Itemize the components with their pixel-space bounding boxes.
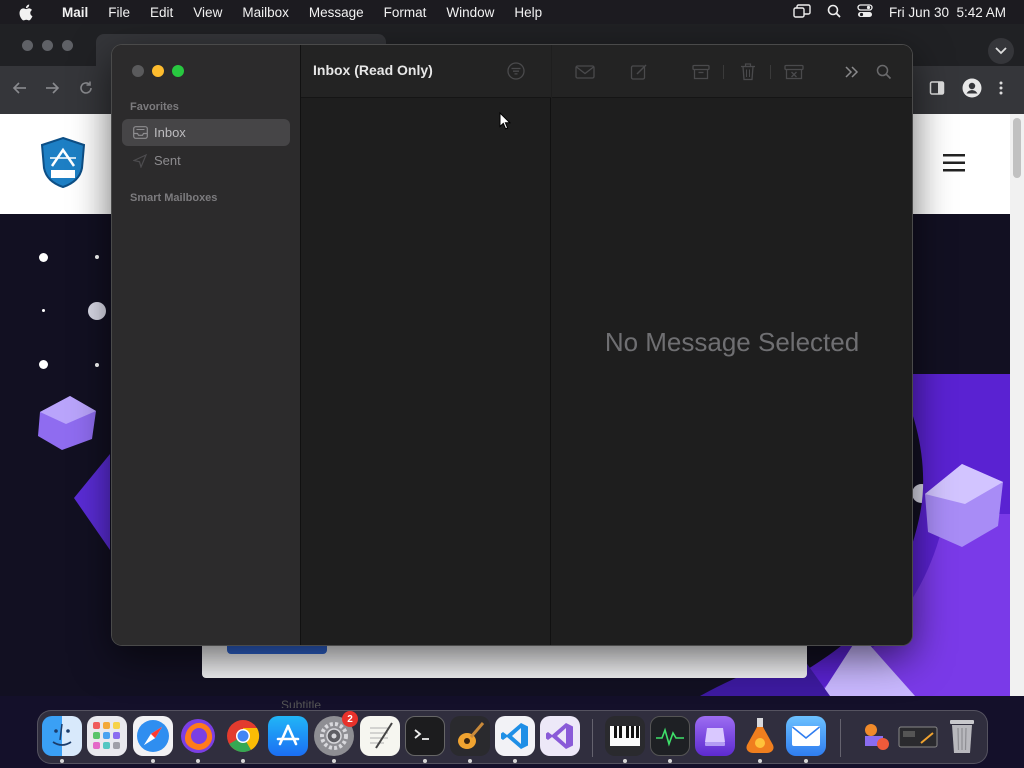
spotlight-search-icon[interactable] [827,4,841,21]
menu-app-mail[interactable]: Mail [52,5,98,20]
site-hamburger-menu-icon[interactable] [943,154,965,177]
message-toolbar [552,45,912,98]
dock-visual-studio-icon[interactable] [540,716,580,756]
browser-menu-icon[interactable] [998,80,1004,101]
sidebar-heading-favorites[interactable]: Favorites [130,101,179,113]
menu-format[interactable]: Format [374,5,437,20]
site-logo-icon[interactable] [38,136,88,193]
page-scrollbar-thumb[interactable] [1013,118,1021,178]
dock-textedit-icon[interactable] [360,716,400,756]
settings-notification-badge: 2 [342,711,358,727]
message-list-header: Inbox (Read Only) [301,45,551,98]
trash-icon[interactable] [738,62,758,82]
back-arrow-icon[interactable] [12,80,28,101]
window-traffic-lights [132,65,184,77]
message-viewer-pane: No Message Selected [552,45,912,645]
page-dialog-button[interactable] [227,646,327,654]
search-icon[interactable] [874,62,894,82]
page-dialog-strip [202,646,807,678]
mail-window: Favorites Inbox Sent Smart Mailboxes Inb… [112,45,912,645]
sidebar-item-label: Sent [154,153,181,168]
compose-icon[interactable] [629,62,649,82]
browser-zoom-light[interactable] [62,40,73,51]
mailbox-title: Inbox (Read Only) [313,62,433,78]
menu-bar-clock[interactable]: Fri Jun 30 5:42 AM [889,5,1006,20]
menu-bar: Mail File Edit View Mailbox Message Form… [0,0,1024,24]
menu-message[interactable]: Message [299,5,374,20]
dock-vscode-icon[interactable] [495,716,535,756]
window-minimize-button[interactable] [152,65,164,77]
tab-search-chevron-icon[interactable] [988,38,1014,64]
dock-mail-icon[interactable] [786,716,826,756]
browser-minimize-light[interactable] [42,40,53,51]
menu-help[interactable]: Help [504,5,552,20]
browser-close-light[interactable] [22,40,33,51]
mouse-pointer-icon [499,111,512,135]
window-close-button[interactable] [132,65,144,77]
menu-file[interactable]: File [98,5,140,20]
filter-icon[interactable] [507,62,525,85]
side-panel-icon[interactable] [929,80,945,101]
mail-sidebar: Favorites Inbox Sent Smart Mailboxes [112,45,301,645]
window-zoom-button[interactable] [172,65,184,77]
inbox-tray-icon [132,125,148,141]
get-mail-envelope-icon[interactable] [575,62,595,82]
no-message-selected-text: No Message Selected [604,327,860,357]
message-list-pane[interactable]: Inbox (Read Only) [301,45,551,645]
dock-garageband-icon[interactable] [450,716,490,756]
dock-chrome-icon[interactable] [223,716,263,756]
dock-screenshots-stack-icon[interactable] [896,716,940,756]
sidebar-heading-smart-mailboxes[interactable]: Smart Mailboxes [130,192,217,204]
dock-finder-icon[interactable] [42,716,82,756]
dock-simulator-icon[interactable] [695,716,735,756]
dock-downloads-stack-icon[interactable] [850,716,894,756]
forward-arrow-icon[interactable] [44,80,60,101]
sidebar-item-sent[interactable]: Sent [122,147,290,174]
dock-firefox-icon[interactable] [178,716,218,756]
dock-piano-keyboard-icon[interactable] [605,716,645,756]
junk-icon[interactable] [784,62,804,82]
menu-window[interactable]: Window [436,5,504,20]
apple-menu-icon[interactable] [18,4,40,21]
page-bottom-label: Subtitle [281,698,322,708]
page-scrollbar[interactable] [1010,114,1024,696]
paper-plane-icon [132,153,148,169]
archive-icon[interactable] [691,62,711,82]
sidebar-item-inbox[interactable]: Inbox [122,119,290,146]
screen-mirroring-icon[interactable] [793,3,811,21]
dock-trash-icon[interactable] [942,716,982,756]
sidebar-item-label: Inbox [154,125,186,140]
dock-terminal-icon[interactable] [405,716,445,756]
menu-view[interactable]: View [183,5,232,20]
dock-safari-icon[interactable] [133,716,173,756]
dock: 2 [37,710,988,764]
menu-mailbox[interactable]: Mailbox [232,5,299,20]
dock-system-settings-icon[interactable]: 2 [314,711,358,756]
control-center-icon[interactable] [857,3,873,21]
dock-app-store-icon[interactable] [268,716,308,756]
menu-edit[interactable]: Edit [140,5,183,20]
dock-instruments-icon[interactable] [740,716,780,756]
more-toolbar-chevron-icon[interactable] [842,62,862,82]
dock-activity-monitor-icon[interactable] [650,716,690,756]
profile-avatar-icon[interactable] [962,78,982,103]
dock-launchpad-icon[interactable] [87,716,127,756]
reload-icon[interactable] [78,80,94,101]
